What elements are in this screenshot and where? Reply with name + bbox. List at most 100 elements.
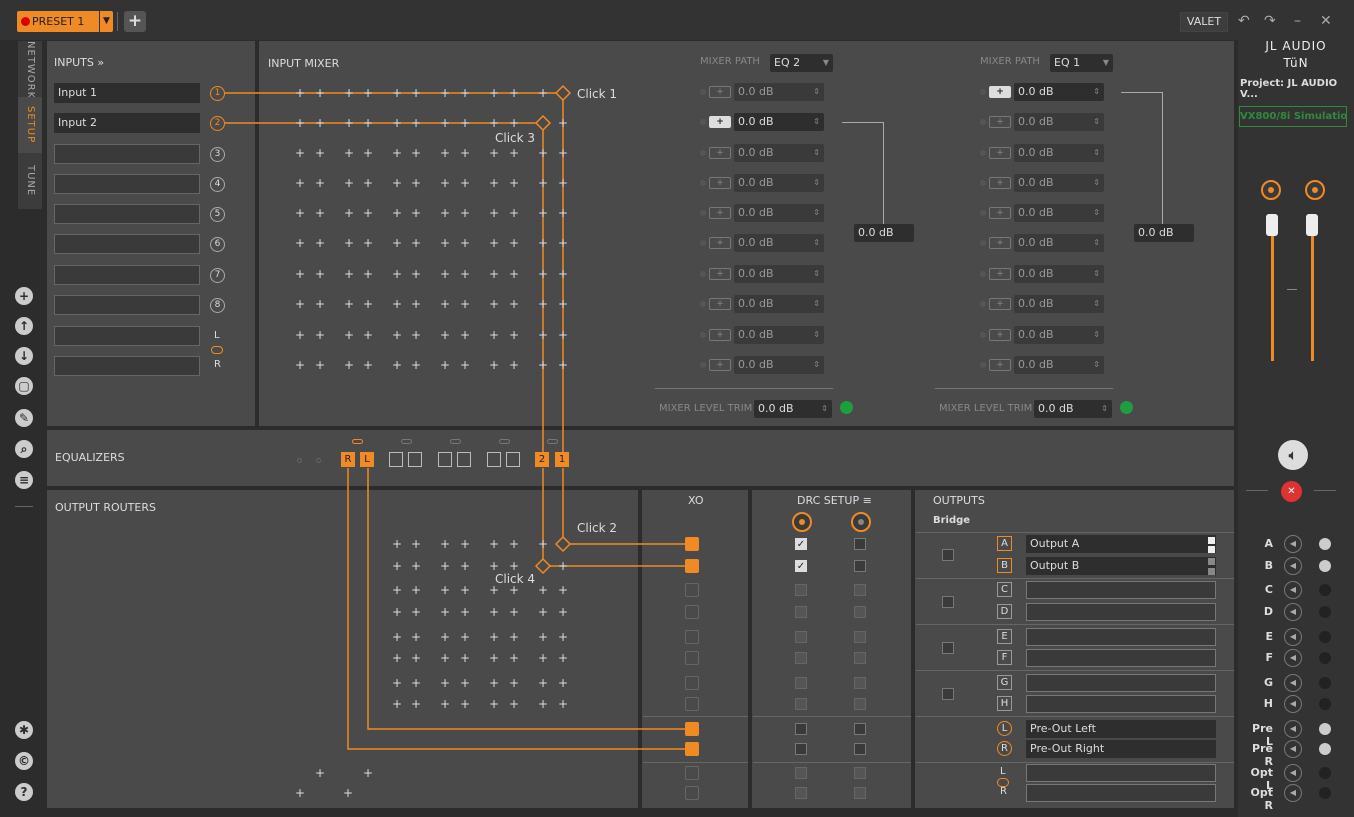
tab-setup[interactable]: SETUP (18, 97, 42, 153)
mixer-crosspoint[interactable]: + (363, 207, 373, 219)
router-crosspoint[interactable]: + (440, 584, 450, 596)
router-crosspoint[interactable]: + (489, 538, 499, 550)
input-field-7[interactable] (54, 265, 200, 285)
drc-checkbox-a[interactable] (795, 698, 807, 710)
mixer-crosspoint[interactable]: + (392, 329, 402, 341)
master-knob-left[interactable] (1261, 180, 1281, 200)
router-crosspoint[interactable]: + (538, 538, 548, 550)
xo-channel-toggle[interactable] (685, 786, 699, 800)
speaker-test-icon[interactable]: ◀ (1284, 603, 1302, 621)
router-crosspoint[interactable]: + (411, 584, 421, 596)
mixer-crosspoint[interactable]: + (538, 147, 548, 159)
mixer-crosspoint[interactable]: + (509, 237, 519, 249)
eq-slot-2[interactable]: 2 (535, 452, 549, 467)
drc-checkbox-a[interactable] (795, 677, 807, 689)
router-crosspoint[interactable]: + (392, 584, 402, 596)
mixer-gain-input[interactable]: 0.0 dB ⇕ (734, 144, 824, 162)
mixer-crosspoint[interactable]: + (295, 329, 305, 341)
speaker-test-icon[interactable]: ◀ (1284, 674, 1302, 692)
mixer-crosspoint[interactable]: + (509, 147, 519, 159)
input-field-1[interactable]: Input 1 (54, 83, 200, 103)
mixer-crosspoint[interactable]: + (363, 237, 373, 249)
drc-checkbox-b[interactable] (854, 652, 866, 664)
mixer-crosspoint[interactable]: + (460, 117, 470, 129)
mixer-crosspoint[interactable]: + (460, 207, 470, 219)
add-icon[interactable]: + (15, 287, 33, 305)
mixer-add-icon[interactable]: + (989, 359, 1011, 371)
tab-network[interactable]: NETWORK (18, 41, 42, 99)
router-crosspoint[interactable]: + (509, 631, 519, 643)
router-crosspoint[interactable]: + (315, 767, 325, 779)
mixer-crosspoint[interactable]: + (315, 117, 325, 129)
mixer-add-icon[interactable]: + (989, 329, 1011, 341)
xo-channel-toggle[interactable] (685, 559, 699, 573)
router-crosspoint[interactable]: + (460, 652, 470, 664)
mixer-crosspoint[interactable]: + (489, 237, 499, 249)
mixer-crosspoint[interactable]: + (489, 298, 499, 310)
eq-link-icon[interactable] (547, 439, 558, 444)
router-crosspoint[interactable]: + (509, 560, 519, 572)
mixer-crosspoint[interactable]: + (295, 177, 305, 189)
output-name-field[interactable] (1026, 784, 1216, 802)
router-crosspoint[interactable]: + (392, 698, 402, 710)
mixer-crosspoint[interactable]: + (460, 147, 470, 159)
router-crosspoint[interactable]: + (411, 538, 421, 550)
mixer-crosspoint[interactable]: + (509, 117, 519, 129)
router-crosspoint[interactable]: + (460, 631, 470, 643)
drc-checkbox-b[interactable] (854, 743, 866, 755)
output-name-field[interactable] (1026, 649, 1216, 667)
router-crosspoint[interactable]: + (411, 606, 421, 618)
router-crosspoint[interactable]: + (392, 652, 402, 664)
mixer-crosspoint[interactable]: + (460, 359, 470, 371)
mixer-gain-input[interactable]: 0.0 dB ⇕ (734, 265, 824, 283)
drc-checkbox-a[interactable] (795, 743, 807, 755)
mixer-add-icon[interactable]: + (989, 268, 1011, 280)
mixer-crosspoint[interactable]: + (558, 329, 568, 341)
mixer-crosspoint[interactable]: + (315, 207, 325, 219)
mixer-crosspoint[interactable]: + (460, 268, 470, 280)
mixer-crosspoint[interactable]: + (344, 298, 354, 310)
drc-knob-1[interactable] (792, 512, 812, 532)
mixer-crosspoint[interactable]: + (315, 359, 325, 371)
router-crosspoint[interactable]: + (460, 538, 470, 550)
router-crosspoint[interactable]: + (509, 652, 519, 664)
mixer-gain-input[interactable]: 0.0 dB ⇕ (1014, 113, 1104, 131)
mixer-crosspoint[interactable]: + (411, 237, 421, 249)
router-crosspoint[interactable]: + (558, 698, 568, 710)
master-knob-right[interactable] (1305, 180, 1325, 200)
output-name-field[interactable]: Pre-Out Right (1026, 740, 1216, 758)
router-crosspoint[interactable]: + (489, 698, 499, 710)
speaker-test-icon[interactable]: ◀ (1284, 535, 1302, 553)
input-field-r[interactable] (54, 356, 200, 376)
output-name-field[interactable] (1026, 581, 1216, 599)
mixer-add-icon[interactable]: + (709, 359, 731, 371)
valet-button[interactable]: VALET (1180, 12, 1228, 32)
mixer-crosspoint[interactable]: + (411, 329, 421, 341)
speaker-icon[interactable]: 🔈︎ (1278, 440, 1308, 470)
router-crosspoint[interactable]: + (509, 698, 519, 710)
mixer-crosspoint[interactable]: + (440, 207, 450, 219)
mixer-crosspoint[interactable]: + (440, 237, 450, 249)
eq-link-icon[interactable] (499, 439, 510, 444)
router-crosspoint[interactable]: + (440, 560, 450, 572)
drc-checkbox-a[interactable] (795, 723, 807, 735)
drc-checkbox-a[interactable] (795, 787, 807, 799)
xo-channel-toggle[interactable] (685, 630, 699, 644)
mixer-crosspoint[interactable]: + (315, 87, 325, 99)
mixer-crosspoint[interactable]: + (363, 147, 373, 159)
trim-input-a[interactable]: 0.0 dB ⇕ (754, 400, 832, 418)
input-field-l[interactable] (54, 326, 200, 346)
router-crosspoint[interactable]: + (343, 787, 353, 799)
eq-slot[interactable] (457, 452, 471, 467)
drc-checkbox-a[interactable] (795, 606, 807, 618)
mixer-crosspoint[interactable]: + (489, 177, 499, 189)
mixer-crosspoint[interactable]: + (315, 329, 325, 341)
mixer-crosspoint[interactable]: + (538, 298, 548, 310)
mixer-gain-input[interactable]: 0.0 dB ⇕ (734, 83, 824, 101)
mixer-gain-input[interactable]: 0.0 dB ⇕ (1014, 356, 1104, 374)
mixer-crosspoint[interactable]: + (460, 329, 470, 341)
router-crosspoint[interactable]: + (460, 698, 470, 710)
redo-icon[interactable]: ↷ (1264, 13, 1276, 29)
mixer-crosspoint[interactable]: + (440, 177, 450, 189)
mixer-crosspoint[interactable]: + (392, 268, 402, 280)
